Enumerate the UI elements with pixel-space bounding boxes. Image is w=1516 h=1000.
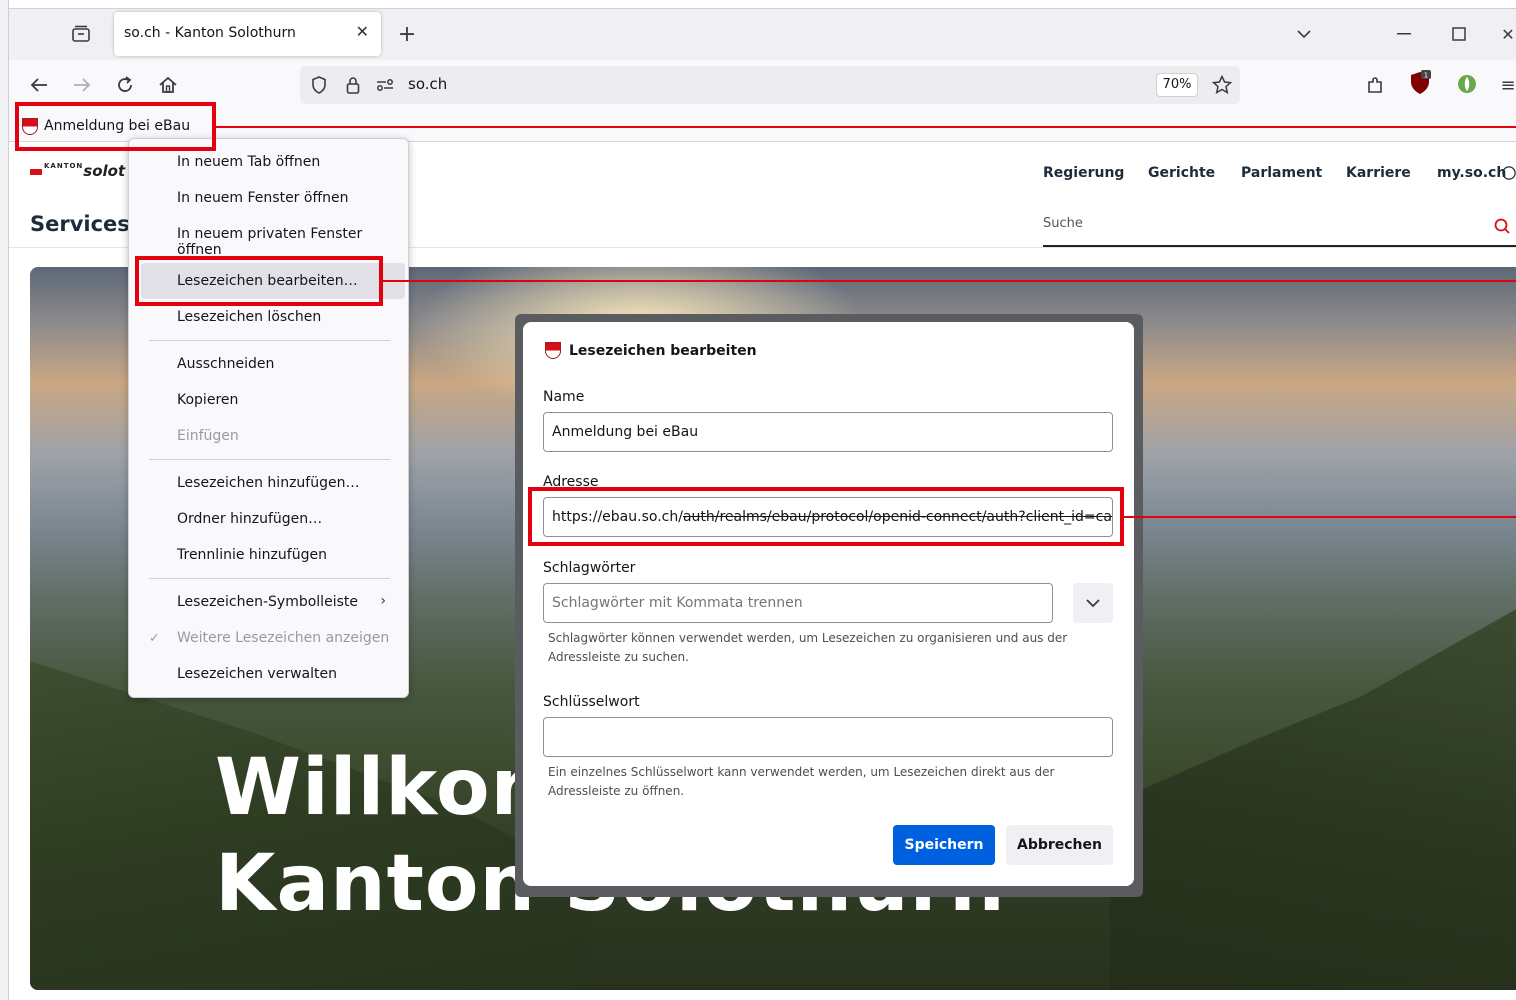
tab-overview-icon[interactable] [68,22,94,46]
solothurn-shield-icon [545,342,561,359]
tracking-protection-shield-icon[interactable] [308,74,330,96]
home-icon[interactable] [155,72,181,98]
site-search[interactable]: Suche [1043,212,1516,247]
nav-gerichte[interactable]: Gerichte [1148,165,1215,181]
tab-title: so.ch - Kanton Solothurn [124,25,296,41]
menu-open-private-window[interactable]: In neuem privaten Fenster öffnen [177,226,408,258]
annotation-line [216,126,1516,128]
menu-separator [149,340,390,341]
url-text[interactable]: so.ch [408,75,447,93]
save-button[interactable]: Speichern [893,825,995,865]
user-icon[interactable] [1502,164,1516,182]
name-label: Name [543,389,585,405]
menu-separator [149,459,390,460]
privacy-badger-icon[interactable] [1454,71,1480,97]
nav-regierung[interactable]: Regierung [1043,165,1124,181]
submenu-chevron-right-icon: › [380,593,386,609]
solothurn-shield-icon [22,117,38,135]
new-tab-icon[interactable]: + [395,22,419,47]
extensions-puzzle-icon[interactable] [1362,72,1388,98]
url-bar[interactable]: so.ch 70% [300,66,1240,104]
site-permissions-icon[interactable] [374,74,396,96]
keyword-help-text: Ein einzelnes Schlüsselwort kann verwend… [548,765,1055,798]
chevron-down-icon [1086,599,1100,608]
logo-prefix: KANTON [44,162,84,170]
menu-add-bookmark[interactable]: Lesezeichen hinzufügen… [177,475,359,491]
dialog-title: Lesezeichen bearbeiten [545,342,757,359]
nav-parlament[interactable]: Parlament [1241,165,1322,181]
tags-help-text: Schlagwörter können verwendet werden, um… [548,631,1068,664]
logo-flag-icon [30,168,42,175]
edit-bookmark-dialog: Lesezeichen bearbeiten Name Anmeldung be… [523,322,1134,886]
nav-karriere[interactable]: Karriere [1346,165,1411,181]
menu-cut[interactable]: Ausschneiden [177,356,274,372]
menu-copy[interactable]: Kopieren [177,392,238,408]
minimize-icon[interactable] [1392,22,1416,46]
ublock-origin-icon[interactable]: 1 [1406,69,1434,97]
menu-bookmarks-toolbar[interactable]: Lesezeichen-Symbolleiste [177,594,358,610]
annotation-line [1124,516,1516,518]
logo-text: solot [83,162,126,180]
maximize-icon[interactable] [1447,22,1471,46]
window-frame [0,0,9,1000]
page-section-title: Services [30,212,130,236]
back-icon[interactable] [26,72,52,98]
bookmark-context-menu: In neuem Tab öffnen In neuem Fenster öff… [128,138,409,698]
svg-text:1: 1 [1424,72,1428,80]
lock-icon[interactable] [342,74,364,96]
address-label: Adresse [543,474,599,490]
menu-open-new-window[interactable]: In neuem Fenster öffnen [177,190,348,206]
address-value-start: https://ebau.so.ch/ [552,509,683,525]
search-icon[interactable] [1492,216,1512,236]
menu-delete-bookmark[interactable]: Lesezeichen löschen [177,309,321,325]
zoom-indicator[interactable]: 70% [1156,73,1198,97]
name-field[interactable]: Anmeldung bei eBau [543,412,1113,452]
hero-hill-right [1110,601,1516,990]
site-search-input[interactable]: Suche [1043,216,1083,231]
reload-icon[interactable] [112,72,138,98]
site-logo[interactable]: KANTONsolot [30,162,125,180]
menu-paste: Einfügen [177,428,239,444]
keyword-label: Schlüsselwort [543,694,640,710]
menu-add-folder[interactable]: Ordner hinzufügen… [177,511,322,527]
menu-separator [149,578,390,579]
tags-input[interactable] [543,583,1053,623]
menu-add-separator[interactable]: Trennlinie hinzufügen [177,547,327,563]
menu-manage-bookmarks[interactable]: Lesezeichen verwalten [177,666,337,682]
app-menu-hamburger-icon[interactable]: ≡ [1500,72,1516,98]
address-field[interactable]: https://ebau.so.ch/auth/realms/ebau/prot… [543,497,1113,537]
bookmark-label: Anmeldung bei eBau [44,118,191,134]
menu-show-other-bookmarks: Weitere Lesezeichen anzeigen [177,630,390,646]
close-window-icon[interactable]: ✕ [1500,22,1516,46]
close-tab-icon[interactable]: ✕ [356,22,369,41]
bookmark-item-ebau[interactable]: Anmeldung bei eBau [22,116,190,136]
list-tabs-chevron-down-icon[interactable] [1292,22,1316,46]
bookmark-star-icon[interactable] [1210,73,1234,97]
tags-label: Schlagwörter [543,560,636,576]
keyword-field[interactable] [543,717,1113,757]
checkmark-icon: ✓ [149,631,160,646]
dialog-title-text: Lesezeichen bearbeiten [569,342,757,359]
annotation-line [383,280,1516,282]
cancel-button[interactable]: Abbrechen [1006,825,1113,865]
nav-my-so-ch[interactable]: my.so.ch [1437,165,1506,181]
forward-icon[interactable] [69,72,95,98]
tags-dropdown-button[interactable] [1073,583,1113,623]
menu-open-new-tab[interactable]: In neuem Tab öffnen [177,154,320,170]
address-value-rest: auth/realms/ebau/protocol/openid-connect… [682,509,1113,525]
menu-edit-bookmark[interactable]: Lesezeichen bearbeiten… [177,273,358,289]
tab-active[interactable]: so.ch - Kanton Solothurn ✕ [114,12,381,56]
